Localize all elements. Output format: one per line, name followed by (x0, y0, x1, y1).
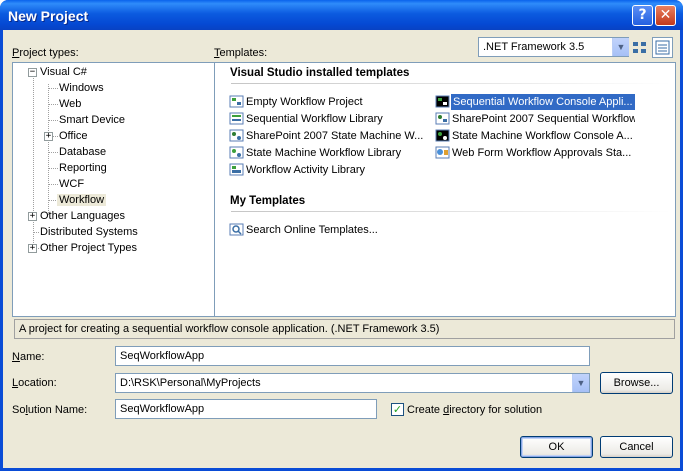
chevron-down-icon: ▼ (616, 42, 626, 52)
state-library-icon (229, 146, 244, 159)
location-value: D:\RSK\Personal\MyProjects (120, 377, 261, 389)
installed-templates-header: Visual Studio installed templates (230, 67, 410, 79)
workflow-console-icon (435, 95, 450, 108)
tree-item-other-project-types[interactable]: Other Project Types (40, 242, 137, 254)
tree-item-reporting[interactable]: Reporting (59, 162, 107, 174)
framework-dropdown-button[interactable]: ▼ (612, 38, 629, 56)
location-dropdown-button[interactable]: ▼ (572, 374, 589, 392)
template-sequential-workflow-library[interactable]: Sequential Workflow Library (229, 111, 429, 127)
state-console-icon (435, 129, 450, 142)
large-icons-view-button[interactable] (629, 37, 650, 58)
title-bar[interactable]: New Project ? ✕ (0, 0, 683, 30)
template-sharepoint-state-machine[interactable]: SharePoint 2007 State Machine W... (229, 128, 429, 144)
workflow-library-icon (229, 112, 244, 125)
project-types-label: Project types: (12, 47, 79, 59)
tree-item-wcf[interactable]: WCF (59, 178, 84, 190)
template-empty-workflow-project[interactable]: Empty Workflow Project (229, 94, 429, 110)
template-state-machine-library[interactable]: State Machine Workflow Library (229, 145, 429, 161)
create-directory-label[interactable]: Create directory for solution (407, 404, 542, 416)
sharepoint-state-icon (229, 129, 244, 142)
tree-item-web[interactable]: Web (59, 98, 81, 110)
help-icon: ? (638, 7, 647, 23)
sharepoint-workflow-icon (435, 112, 450, 125)
close-button[interactable]: ✕ (655, 5, 676, 26)
location-select[interactable]: D:\RSK\Personal\MyProjects ▼ (115, 373, 590, 393)
template-web-form-workflow-approvals[interactable]: Web Form Workflow Approvals Sta... (435, 145, 635, 161)
large-icons-icon (633, 42, 646, 53)
new-project-dialog: New Project ? ✕ Project types: − Visual … (0, 0, 683, 471)
name-value: SeqWorkflowApp (120, 350, 205, 362)
templates-label: Templates: (214, 47, 268, 59)
expand-icon: + (29, 211, 36, 221)
my-templates-header: My Templates (230, 195, 306, 207)
office-expander[interactable]: + (44, 132, 53, 141)
window-title: New Project (8, 8, 89, 24)
tree-item-workflow[interactable]: Workflow (57, 194, 107, 206)
ok-button[interactable]: OK (520, 436, 593, 458)
framework-value: .NET Framework 3.5 (483, 41, 585, 53)
other-project-types-expander[interactable]: + (28, 244, 37, 253)
create-directory-checkbox[interactable]: ✓ (391, 403, 404, 416)
name-input[interactable]: SeqWorkflowApp (115, 346, 590, 366)
solution-name-value: SeqWorkflowApp (120, 403, 205, 415)
chevron-down-icon: ▼ (576, 378, 586, 388)
solution-name-label: Solution Name: (12, 404, 88, 416)
tree-item-distributed-systems[interactable]: Distributed Systems (40, 226, 138, 238)
expand-icon: + (29, 243, 36, 253)
help-button[interactable]: ? (632, 5, 653, 26)
search-online-icon (229, 223, 244, 236)
template-sequential-workflow-console[interactable]: Sequential Workflow Console Appli... (435, 94, 635, 110)
template-workflow-activity-library[interactable]: Workflow Activity Library (229, 162, 429, 178)
framework-select[interactable]: .NET Framework 3.5 ▼ (478, 37, 630, 57)
activity-library-icon (229, 163, 244, 176)
small-icons-view-button[interactable] (652, 37, 673, 58)
expand-icon: + (45, 131, 52, 141)
other-languages-expander[interactable]: + (28, 212, 37, 221)
check-icon: ✓ (392, 403, 403, 416)
tree-item-windows[interactable]: Windows (59, 82, 104, 94)
project-types-tree[interactable]: − Visual C# Windows Web Smart Device + O… (12, 62, 216, 317)
location-label: Location: (12, 377, 57, 389)
name-label: Name: (12, 351, 45, 363)
tree-item-other-languages[interactable]: Other Languages (40, 210, 125, 222)
browse-button[interactable]: Browse... (600, 372, 673, 394)
collapse-icon: − (29, 67, 36, 77)
template-sharepoint-sequential-workflow[interactable]: SharePoint 2007 Sequential Workflow (435, 111, 635, 127)
list-view-icon (655, 40, 670, 55)
tree-item-database[interactable]: Database (59, 146, 106, 158)
close-icon: ✕ (659, 7, 672, 23)
template-search-online[interactable]: Search Online Templates... (229, 222, 429, 238)
cancel-button[interactable]: Cancel (600, 436, 673, 458)
workflow-project-icon (229, 95, 244, 108)
tree-item-visual-csharp[interactable]: Visual C# (40, 66, 87, 78)
web-form-icon (435, 146, 450, 159)
template-description: A project for creating a sequential work… (14, 319, 675, 339)
visual-csharp-expander[interactable]: − (28, 68, 37, 77)
tree-item-office[interactable]: Office (59, 130, 88, 142)
solution-name-input[interactable]: SeqWorkflowApp (115, 399, 377, 419)
tree-item-smart-device[interactable]: Smart Device (59, 114, 125, 126)
template-state-machine-console[interactable]: State Machine Workflow Console A... (435, 128, 635, 144)
